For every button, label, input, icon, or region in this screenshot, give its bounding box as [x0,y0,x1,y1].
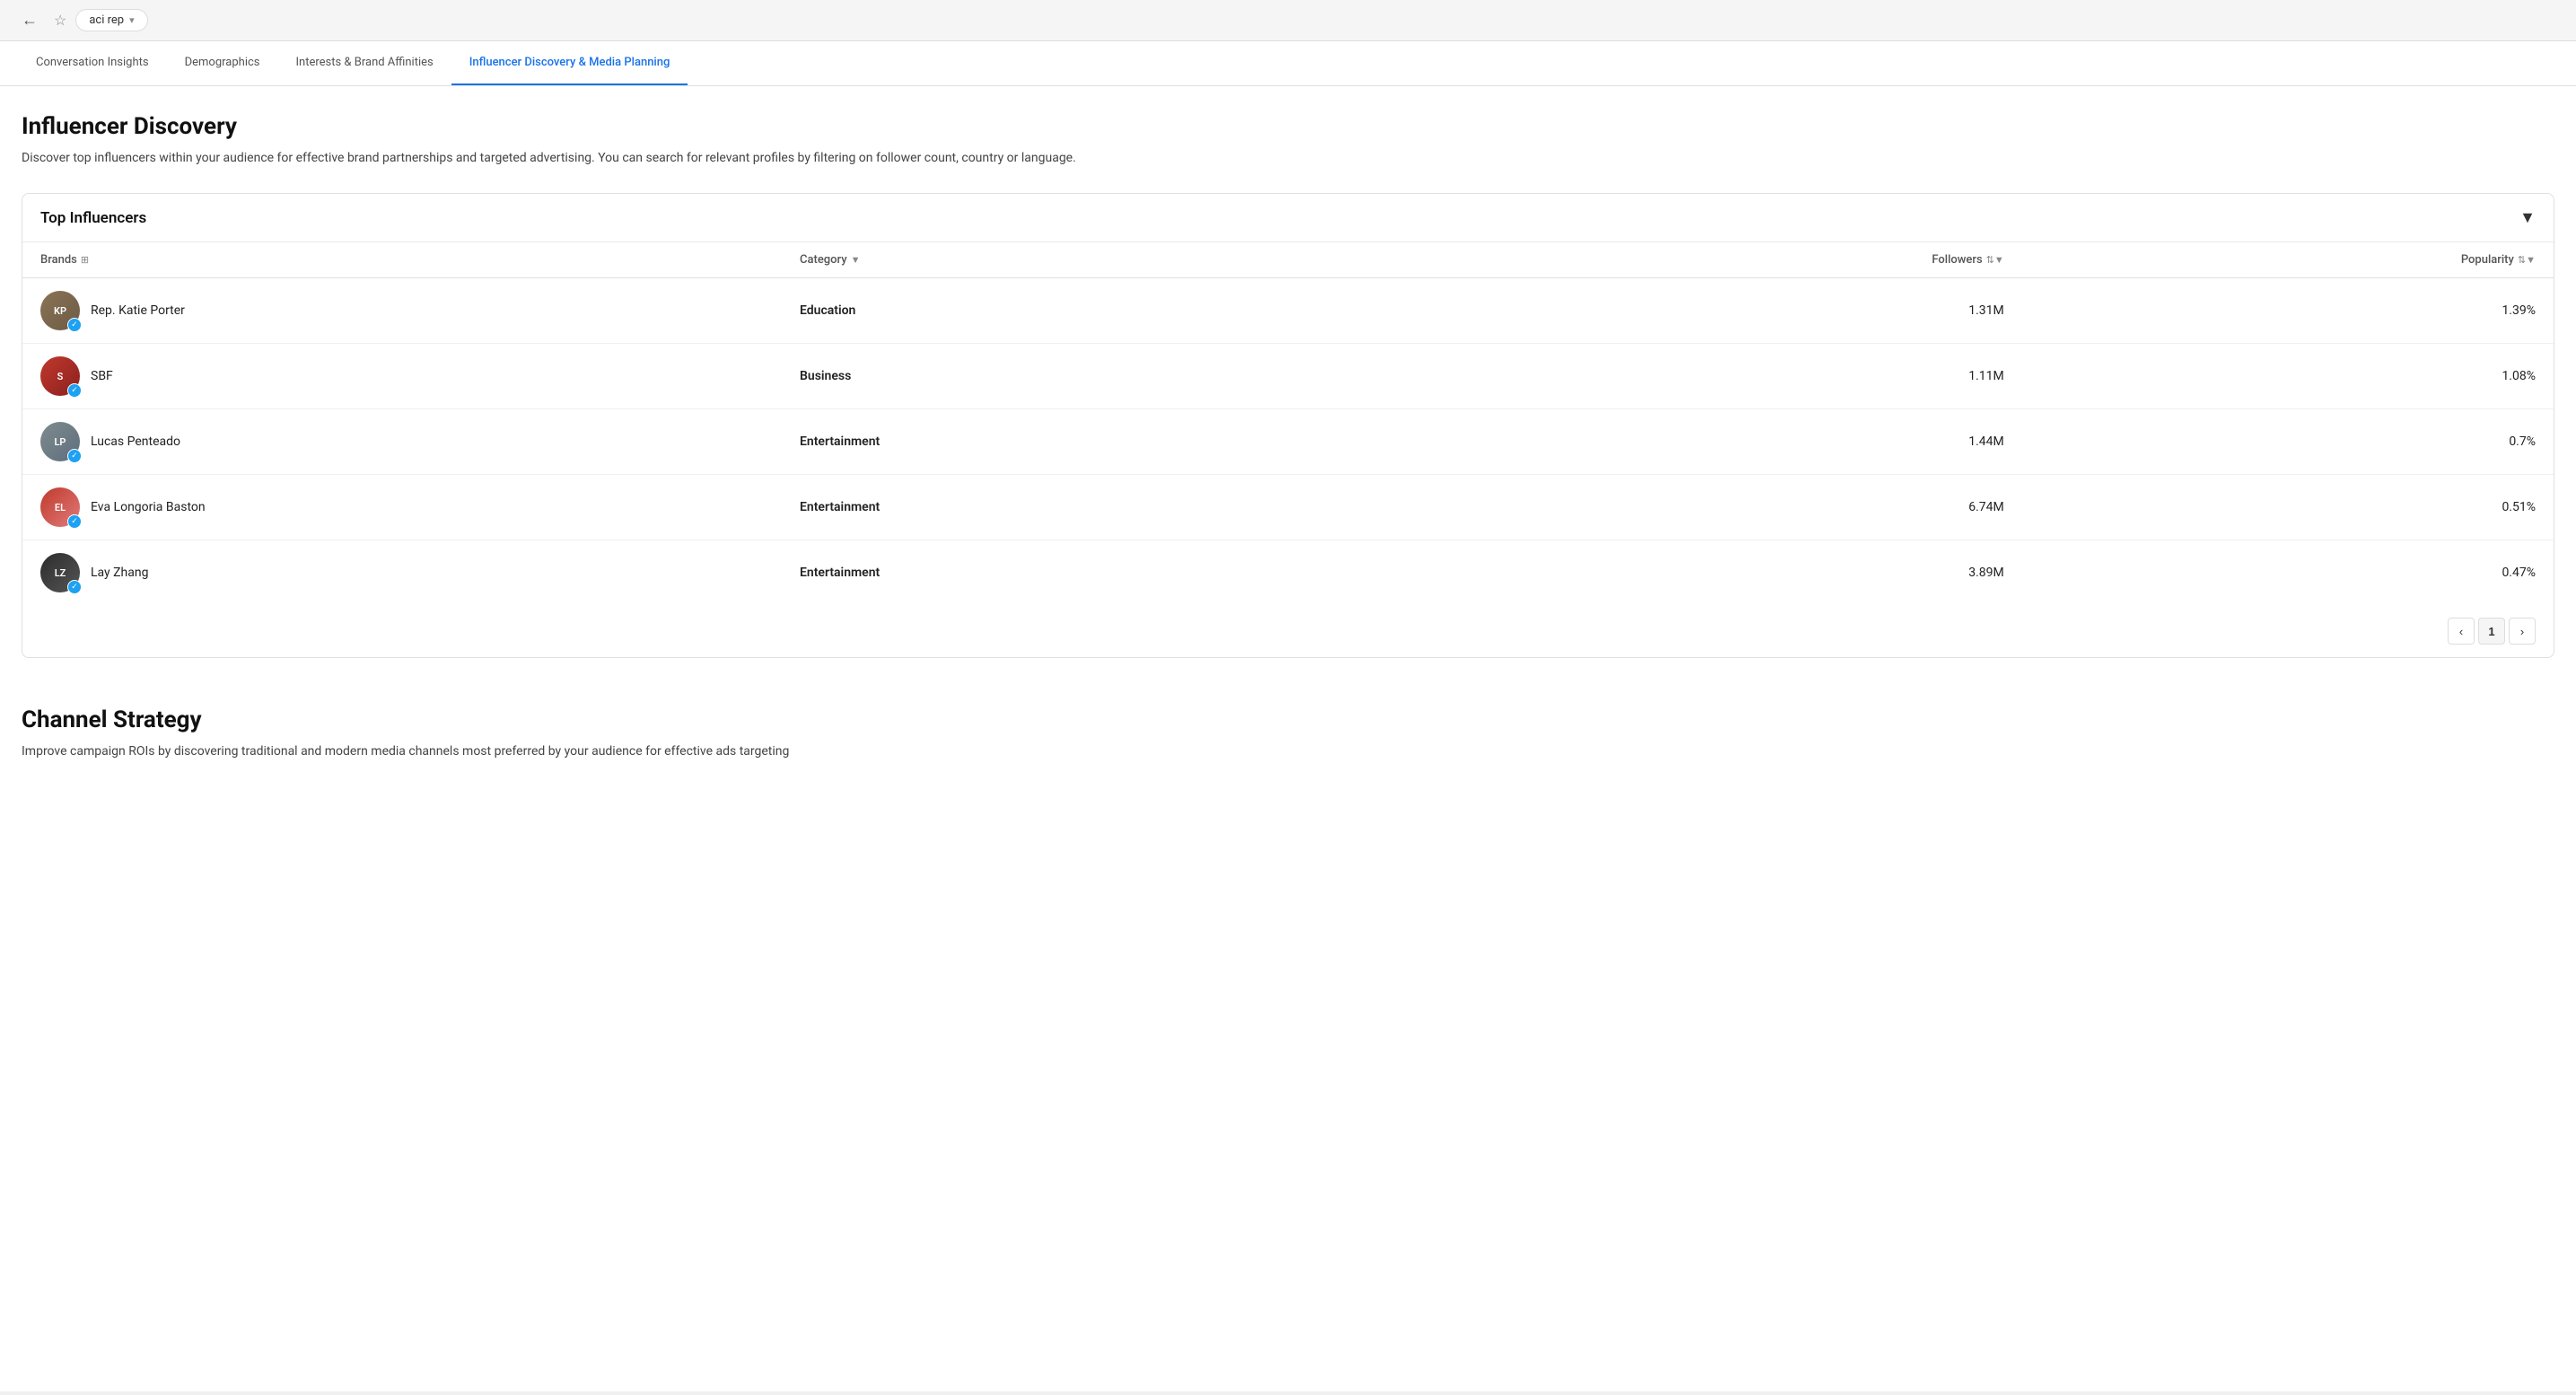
back-button[interactable]: ← [14,7,45,33]
twitter-badge-eva-longoria: ✓ [67,514,82,529]
col-followers: Followers ⇅▼ [1491,242,2022,278]
brand-name-lucas-penteado: Lucas Penteado [91,434,180,449]
brand-cell-eva-longoria: EL ✓ Eva Longoria Baston [22,475,782,540]
channel-description: Improve campaign ROIs by discovering tra… [22,742,2554,761]
browser-bar: ← ☆ aci rep ▾ [0,0,2576,41]
bookmark-button[interactable]: ☆ [54,12,66,30]
brand-cell-lay-zhang: LZ ✓ Lay Zhang [22,540,782,606]
followers-cell-lay-zhang: 3.89M [1491,540,2022,606]
card-title: Top Influencers [40,209,146,227]
brands-sort-icon[interactable]: ⊞ [81,254,89,266]
avatar-wrap-lay-zhang: LZ ✓ [40,553,80,592]
brand-name-katie-porter: Rep. Katie Porter [91,303,185,318]
avatar-wrap-lucas-penteado: LP ✓ [40,422,80,461]
browser-tab[interactable]: aci rep ▾ [75,9,147,31]
tab-interests[interactable]: Interests & Brand Affinities [278,41,451,85]
brand-name-sbf: SBF [91,369,113,383]
filter-button[interactable]: ▼ [2519,208,2536,227]
tab-name-label: aci rep [89,13,124,27]
category-cell-sbf: Business [782,344,1491,409]
tab-demographics[interactable]: Demographics [167,41,278,85]
table-wrapper: Brands ⊞ Category ▼ [22,242,2554,605]
followers-cell-katie-porter: 1.31M [1491,278,2022,344]
pagination: ‹ 1 › [22,605,2554,657]
category-cell-katie-porter: Education [782,278,1491,344]
brand-name-eva-longoria: Eva Longoria Baston [91,500,206,514]
followers-cell-lucas-penteado: 1.44M [1491,409,2022,475]
category-cell-lucas-penteado: Entertainment [782,409,1491,475]
twitter-badge-katie-porter: ✓ [67,318,82,332]
table-row: EL ✓ Eva Longoria Baston Entertainment 6… [22,475,2554,540]
table-row: LZ ✓ Lay Zhang Entertainment 3.89M 0.47% [22,540,2554,606]
chevron-icon: ▾ [129,14,135,26]
nav-tabs: Conversation Insights Demographics Inter… [0,41,2576,86]
twitter-badge-sbf: ✓ [67,383,82,398]
popularity-cell-lucas-penteado: 0.7% [2022,409,2554,475]
brand-cell-katie-porter: KP ✓ Rep. Katie Porter [22,278,782,344]
followers-cell-eva-longoria: 6.74M [1491,475,2022,540]
prev-page-button[interactable]: ‹ [2448,618,2475,645]
followers-cell-sbf: 1.11M [1491,344,2022,409]
tab-conversation[interactable]: Conversation Insights [18,41,167,85]
table-row: S ✓ SBF Business 1.11M 1.08% [22,344,2554,409]
popularity-cell-katie-porter: 1.39% [2022,278,2554,344]
section-description: Discover top influencers within your aud… [22,149,2554,168]
current-page-button[interactable]: 1 [2478,618,2505,645]
col-category: Category ▼ [782,242,1491,278]
main-content: Influencer Discovery Discover top influe… [0,86,2576,706]
followers-sort-icon[interactable]: ⇅▼ [1986,254,2004,266]
avatar-wrap-eva-longoria: EL ✓ [40,487,80,527]
tab-influencer[interactable]: Influencer Discovery & Media Planning [451,41,688,85]
twitter-badge-lucas-penteado: ✓ [67,449,82,463]
top-influencers-card: Top Influencers ▼ Brands ⊞ [22,193,2554,658]
popularity-sort-icon[interactable]: ⇅▼ [2518,254,2536,266]
section-title: Influencer Discovery [22,113,2554,140]
brand-name-lay-zhang: Lay Zhang [91,566,148,580]
influencer-discovery-heading: Influencer Discovery Discover top influe… [22,113,2554,168]
avatar-wrap-sbf: S ✓ [40,356,80,396]
brand-cell-sbf: S ✓ SBF [22,344,782,409]
category-sort-icon[interactable]: ▼ [851,254,861,266]
avatar-wrap-katie-porter: KP ✓ [40,291,80,330]
table-row: LP ✓ Lucas Penteado Entertainment 1.44M … [22,409,2554,475]
brand-cell-lucas-penteado: LP ✓ Lucas Penteado [22,409,782,475]
category-cell-eva-longoria: Entertainment [782,475,1491,540]
table-header-row: Brands ⊞ Category ▼ [22,242,2554,278]
page-wrapper: Conversation Insights Demographics Inter… [0,41,2576,1391]
influencers-table: Brands ⊞ Category ▼ [22,242,2554,605]
col-brands: Brands ⊞ [22,242,782,278]
channel-strategy-section: Channel Strategy Improve campaign ROIs b… [0,706,2576,788]
popularity-cell-lay-zhang: 0.47% [2022,540,2554,606]
category-cell-lay-zhang: Entertainment [782,540,1491,606]
twitter-badge-lay-zhang: ✓ [67,580,82,594]
table-row: KP ✓ Rep. Katie Porter Education 1.31M 1… [22,278,2554,344]
channel-title: Channel Strategy [22,706,2554,733]
popularity-cell-eva-longoria: 0.51% [2022,475,2554,540]
next-page-button[interactable]: › [2509,618,2536,645]
popularity-cell-sbf: 1.08% [2022,344,2554,409]
card-header: Top Influencers ▼ [22,194,2554,242]
col-popularity: Popularity ⇅▼ [2022,242,2554,278]
